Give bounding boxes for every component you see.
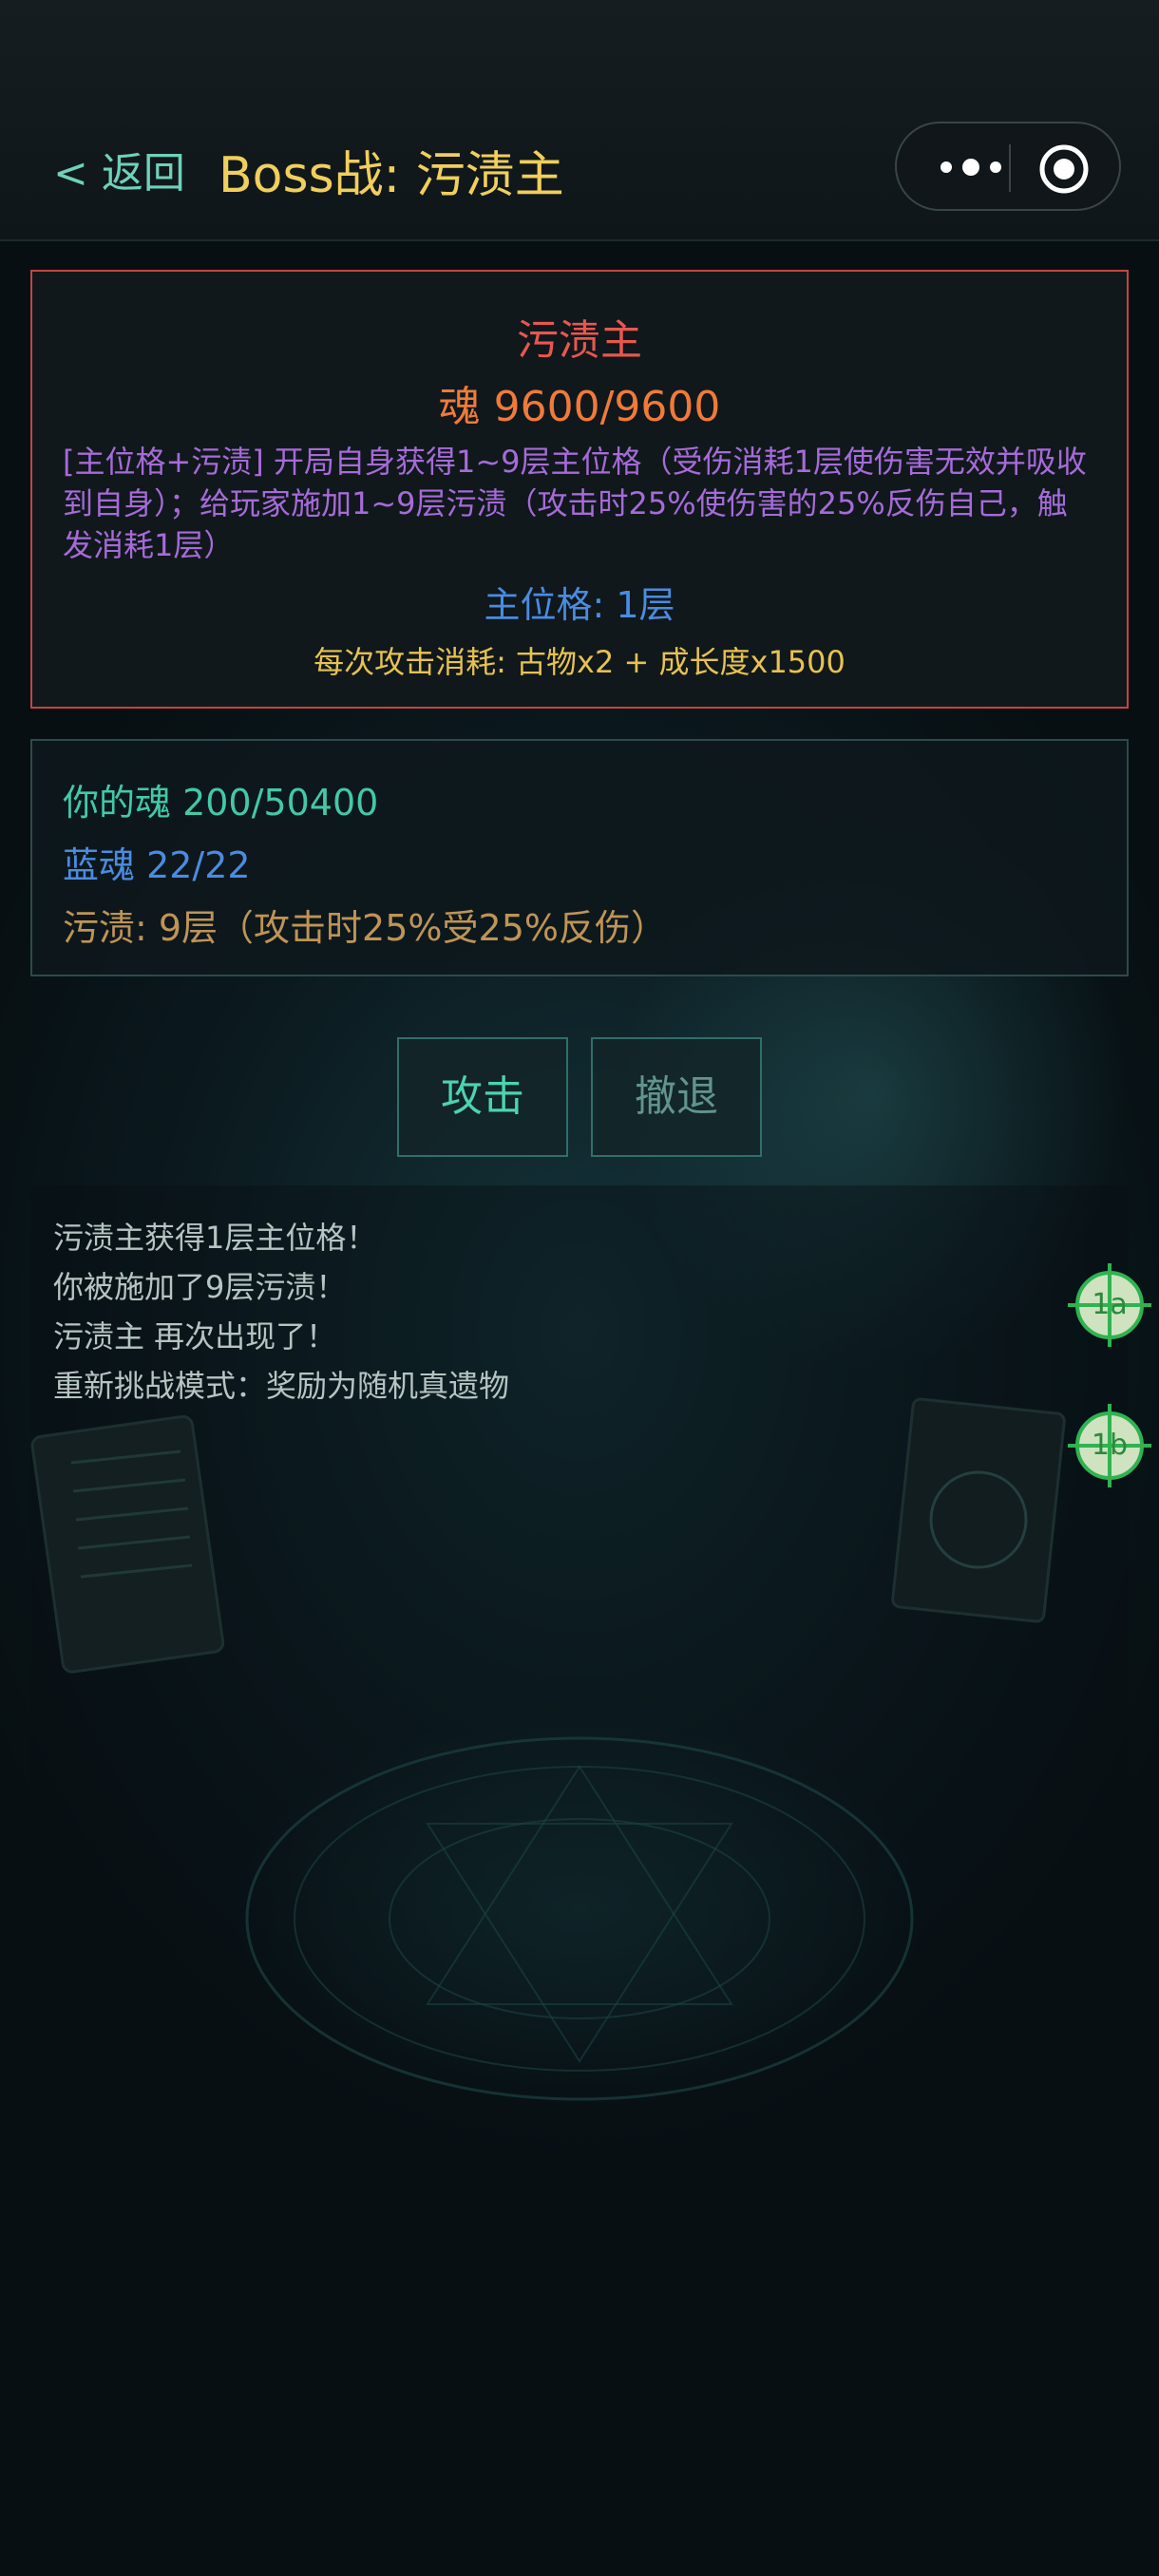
player-status-card: 你的魂 200/50400 蓝魂 22/22 污渍: 9层（攻击时25%受25%… bbox=[30, 739, 1129, 976]
player-stain-status: 污渍: 9层（攻击时25%受25%反伤） bbox=[63, 907, 667, 949]
boss-layer-count: 主位格: 1层 bbox=[484, 584, 675, 626]
overlay-marker-label: 1b bbox=[1091, 1429, 1129, 1462]
attack-button[interactable]: 攻击 bbox=[397, 1037, 568, 1157]
log-line: 污渍主获得1层主位格！ bbox=[53, 1220, 377, 1256]
battle-log-panel: 污渍主获得1层主位格！ 你被施加了9层污渍！ 污渍主 再次出现了！ 重新挑战模式… bbox=[30, 1185, 1129, 2519]
top-navigation-bar: < 返回 Boss战: 污渍主 bbox=[0, 0, 1159, 241]
log-line: 你被施加了9层污渍！ bbox=[53, 1269, 347, 1305]
more-dots-icon[interactable] bbox=[929, 144, 1013, 190]
log-line: 重新挑战模式：奖励为随机真遗物 bbox=[53, 1368, 510, 1404]
log-line: 污渍主 再次出现了！ bbox=[53, 1318, 337, 1354]
player-blue-soul: 蓝魂 22/22 bbox=[63, 844, 251, 886]
overlay-marker-label: 1a bbox=[1092, 1288, 1128, 1321]
boss-info-card: 污渍主 魂 9600/9600 [主位格+污渍] 开局自身获得1~9层主位格（受… bbox=[30, 270, 1129, 709]
page-title: Boss战: 污渍主 bbox=[218, 147, 564, 204]
boss-description: [主位格+污渍] 开局自身获得1~9层主位格（受伤消耗1层使伤害无效并吸收到自身… bbox=[63, 444, 1087, 563]
overlay-marker-badge: 1b bbox=[1068, 1404, 1151, 1487]
target-circle-icon[interactable] bbox=[1037, 142, 1091, 196]
boss-hp: 魂 9600/9600 bbox=[438, 383, 721, 431]
attack-cost: 每次攻击消耗: 古物x2 + 成长度x1500 bbox=[314, 644, 846, 680]
overlay-marker-badge: 1a bbox=[1068, 1263, 1151, 1347]
retreat-button[interactable]: 撤退 bbox=[591, 1037, 762, 1157]
back-button[interactable]: < 返回 bbox=[53, 139, 185, 199]
capsule-divider bbox=[1009, 144, 1011, 192]
player-soul: 你的魂 200/50400 bbox=[63, 782, 379, 824]
boss-name: 污渍主 bbox=[517, 316, 642, 365]
mini-program-capsule bbox=[895, 122, 1121, 211]
